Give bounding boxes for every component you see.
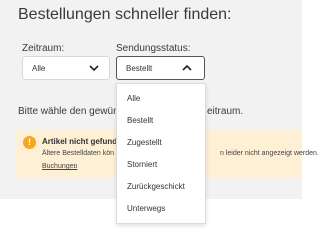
- hint-text-start: Bitte wähle den gewüns: [18, 106, 124, 117]
- chevron-down-icon: [89, 65, 99, 72]
- status-option-unterwegs[interactable]: Unterwegs: [127, 204, 165, 213]
- status-option-alle[interactable]: Alle: [127, 94, 140, 103]
- period-select[interactable]: Alle: [22, 56, 110, 80]
- warning-icon: !: [23, 136, 36, 149]
- chevron-up-icon: [182, 64, 192, 71]
- bookings-link[interactable]: Buchungen: [42, 163, 77, 170]
- period-label: Zeitraum:: [22, 43, 65, 54]
- status-dropdown-menu: Alle Bestellt Zugestellt Storniert Zurüc…: [116, 83, 206, 224]
- status-option-zugestellt[interactable]: Zugestellt: [127, 138, 162, 147]
- banner-link-suffix: .: [74, 163, 76, 170]
- period-select-value: Alle: [32, 64, 46, 73]
- page-title: Bestellungen schneller finden:: [18, 6, 232, 23]
- status-label: Sendungsstatus:: [116, 43, 191, 54]
- banner-text-end: n leider nicht angezeigt werden.: [220, 150, 319, 157]
- status-select[interactable]: Bestellt: [116, 56, 205, 80]
- status-option-storniert[interactable]: Storniert: [127, 160, 157, 169]
- banner-text-start: Ältere Bestelldaten kön: [42, 150, 114, 157]
- status-option-zurueckgeschickt[interactable]: Zurückgeschickt: [127, 182, 185, 191]
- status-option-bestellt[interactable]: Bestellt: [127, 116, 153, 125]
- status-select-value: Bestellt: [126, 64, 153, 73]
- hint-text-end: eitraum.: [207, 106, 244, 117]
- hint-text: Bitte wähle den gewüns eitraum.: [18, 106, 243, 117]
